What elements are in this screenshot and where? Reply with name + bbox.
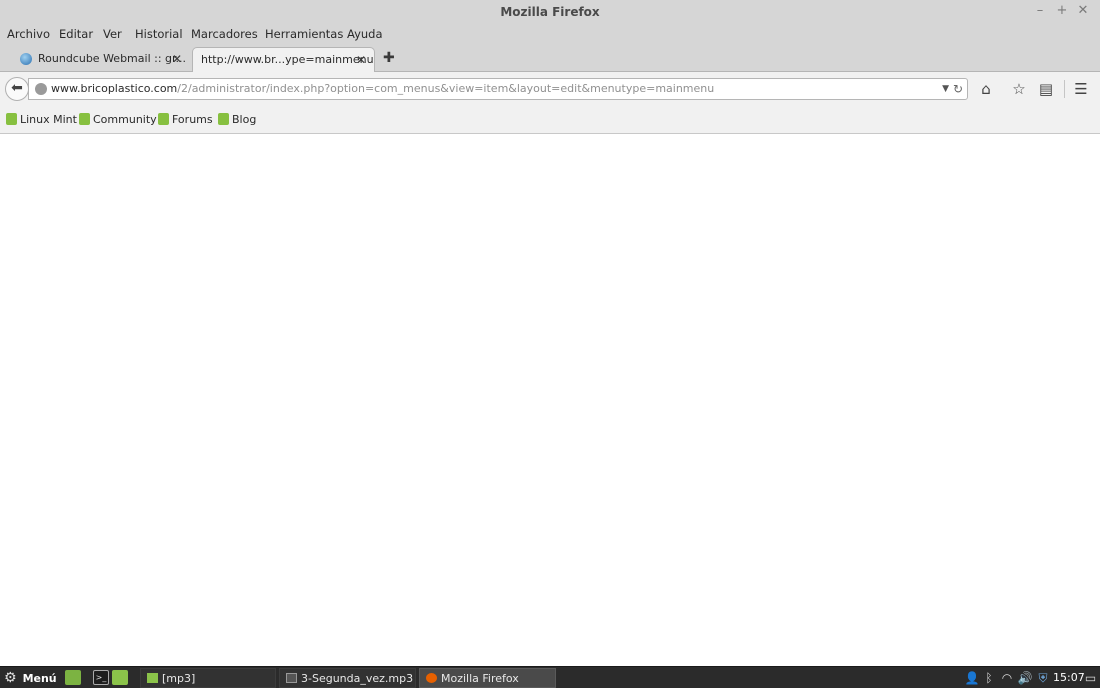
bookmark-label: Blog: [232, 113, 257, 126]
tab-bricoplastico[interactable]: http://www.br...ype=mainmenu ✕: [192, 47, 375, 73]
folder-icon[interactable]: [112, 670, 128, 685]
bookmarks-toolbar: Linux Mint Community Forums Blog: [0, 106, 1100, 134]
menu-ver[interactable]: Ver: [103, 26, 122, 42]
task-mp3-player[interactable]: 3-Segunda_vez.mp3: [279, 668, 416, 688]
window-titlebar: Mozilla Firefox – + ✕: [0, 0, 1100, 24]
linux-mint-icon: [158, 113, 169, 125]
minimize-icon[interactable]: –: [1030, 0, 1050, 24]
back-arrow-icon[interactable]: ⬅: [5, 77, 29, 101]
tab-strip: Roundcube Webmail :: gr... ✕ http://www.…: [0, 44, 1100, 73]
notifications-icon[interactable]: ▭: [1083, 667, 1098, 688]
bookmark-label: Community: [93, 113, 157, 126]
star-icon[interactable]: ☆: [1009, 79, 1029, 99]
start-menu-label: Menú: [22, 672, 57, 685]
close-icon[interactable]: ✕: [1073, 0, 1093, 24]
menu-historial[interactable]: Historial: [135, 26, 183, 42]
page-content[interactable]: [0, 134, 1100, 666]
maximize-icon[interactable]: +: [1052, 0, 1072, 24]
window-title: Mozilla Firefox: [500, 5, 600, 19]
bookmark-label: Linux Mint: [20, 113, 77, 126]
close-tab-icon[interactable]: ✕: [172, 47, 182, 71]
globe-icon: [35, 83, 47, 95]
shield-icon[interactable]: ⛨: [1035, 667, 1051, 688]
url-path: /2/administrator/index.php?option=com_me…: [177, 82, 715, 95]
url-text[interactable]: www.bricoplastico.com/2/administrator/in…: [51, 79, 714, 99]
toolbar-separator: [1064, 80, 1065, 98]
menu-bar: Archivo Editar Ver Historial Marcadores …: [0, 24, 1100, 44]
volume-icon[interactable]: 🔊: [1017, 667, 1033, 688]
gear-icon: ⚙: [4, 670, 17, 686]
show-desktop-icon[interactable]: [65, 670, 81, 685]
taskbar: ⚙ Menú >_ [mp3] 3-Segunda_vez.mp3 Mozilla…: [0, 666, 1100, 688]
menu-archivo[interactable]: Archivo: [7, 26, 50, 42]
menu-herramientas[interactable]: Herramientas: [265, 26, 343, 42]
menu-editar[interactable]: Editar: [59, 26, 93, 42]
linux-mint-icon: [6, 113, 17, 125]
bookmark-linux-mint[interactable]: Linux Mint: [6, 112, 77, 128]
roundcube-icon: [20, 53, 32, 65]
hamburger-menu-icon[interactable]: ☰: [1071, 79, 1091, 99]
menu-marcadores[interactable]: Marcadores: [191, 26, 258, 42]
clock[interactable]: 15:07: [1053, 667, 1085, 688]
clipboard-icon[interactable]: ▤: [1036, 79, 1056, 99]
task-label: [mp3]: [162, 672, 196, 685]
linux-mint-icon: [218, 113, 229, 125]
bluetooth-icon[interactable]: ᛒ: [982, 667, 996, 688]
start-menu-button[interactable]: ⚙ Menú: [4, 667, 57, 688]
url-bar[interactable]: www.bricoplastico.com/2/administrator/in…: [28, 78, 968, 100]
task-mp3-folder[interactable]: [mp3]: [140, 668, 276, 688]
bookmark-forums[interactable]: Forums: [158, 112, 213, 128]
user-icon[interactable]: 👤: [964, 667, 980, 688]
reload-icon[interactable]: ↻: [953, 79, 963, 99]
folder-icon: [147, 673, 158, 683]
home-icon[interactable]: ⌂: [976, 79, 996, 99]
tab-label: http://www.br...ype=mainmenu: [201, 53, 374, 66]
nav-bar: www.bricoplastico.com/2/administrator/in…: [0, 72, 1100, 106]
task-firefox[interactable]: Mozilla Firefox: [419, 668, 556, 688]
bookmark-community[interactable]: Community: [79, 112, 157, 128]
media-player-icon: [286, 673, 297, 683]
task-label: 3-Segunda_vez.mp3: [301, 672, 414, 685]
tab-label: Roundcube Webmail :: gr...: [38, 52, 187, 65]
linux-mint-icon: [79, 113, 90, 125]
bookmark-label: Forums: [172, 113, 213, 126]
task-label: Mozilla Firefox: [441, 672, 519, 685]
dropdown-icon[interactable]: ▼: [942, 79, 949, 99]
bookmark-blog[interactable]: Blog: [218, 112, 256, 128]
firefox-icon: [426, 673, 437, 683]
wifi-icon[interactable]: ◠: [999, 667, 1015, 688]
terminal-icon[interactable]: >_: [93, 670, 109, 685]
tab-roundcube[interactable]: Roundcube Webmail :: gr... ✕: [12, 47, 190, 73]
menu-ayuda[interactable]: Ayuda: [347, 26, 383, 42]
close-tab-icon[interactable]: ✕: [356, 48, 366, 72]
new-tab-icon[interactable]: ✚: [383, 48, 395, 68]
url-host: www.bricoplastico.com: [51, 82, 178, 95]
